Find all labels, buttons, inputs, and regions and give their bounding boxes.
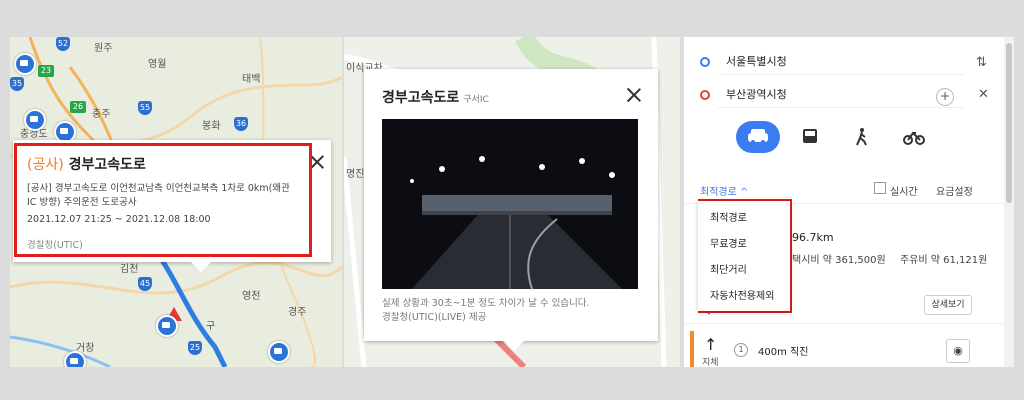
route-option-toggle[interactable]: 최적경로 ^ (700, 183, 748, 198)
map-label: 경주 (288, 305, 306, 318)
highway-shield-icon: 35 (10, 77, 24, 91)
origin-dot-icon (700, 57, 710, 67)
swap-icon[interactable]: ⇅ (976, 55, 987, 70)
map-label: 충주 (92, 108, 110, 120)
walk-icon (856, 128, 867, 146)
cctv-title: 경부고속도로 구서IC (382, 87, 489, 107)
highway-shield-icon: 55 (138, 101, 152, 115)
highway-badge-icon: 23 (38, 65, 54, 77)
car-icon (748, 129, 768, 144)
map-label: 명진 (346, 168, 364, 180)
dropdown-option[interactable]: 최단거리 (710, 261, 747, 276)
dropdown-option[interactable]: 최적경로 (710, 209, 747, 224)
details-button[interactable]: 상세보기 (924, 295, 972, 315)
bike-mode-button[interactable] (892, 121, 936, 153)
origin-field[interactable]: 서울특별시청 (718, 49, 964, 75)
cctv-video[interactable] (382, 119, 638, 289)
cctv-note-line1: 실제 상황과 30초~1분 정도 차이가 날 수 있습니다. (382, 298, 590, 309)
route-option-dropdown[interactable]: 최적경로 무료경로 최단거리 자동차전용제외 (698, 201, 790, 311)
map-label: 영천 (242, 290, 260, 302)
bus-icon (803, 129, 817, 143)
add-waypoint-icon[interactable]: + (936, 88, 954, 106)
fare-settings-link[interactable]: 요금설정 (936, 183, 973, 198)
cctv-icon[interactable] (14, 53, 36, 75)
directions-panel: 서울특별시청 부산광역시청 ⇅ + ✕ 최적경로 ^ 실시간 요금설정 96.7… (684, 37, 1014, 367)
bus-mode-button[interactable] (788, 121, 832, 153)
map-label: 태백 (242, 73, 260, 85)
traffic-map-panel[interactable]: 원주 영월 태백 충주 봉화 충청도 영천 경주 거창 김천 구 52 23 3… (10, 37, 342, 367)
fuel-cost: 주유비 약 61,121원 (900, 255, 988, 266)
congestion-bar (690, 331, 694, 367)
car-mode-button[interactable] (736, 121, 780, 153)
bike-icon (903, 131, 925, 145)
highway-shield-icon: 25 (188, 341, 202, 355)
cctv-note: 실제 상황과 30초~1분 정도 차이가 날 수 있습니다. 경찰청(UTIC)… (382, 297, 590, 325)
cctv-icon[interactable] (64, 351, 86, 367)
cctv-road: 경부고속도로 (382, 90, 460, 106)
taxi-fare: 택시비 약 361,500원 (792, 255, 886, 266)
map-label: 구 (206, 321, 215, 332)
highway-shield-icon: 45 (138, 277, 152, 291)
highway-shield-icon: 36 (234, 117, 248, 131)
step-index: 1 (734, 343, 748, 357)
step-location-icon[interactable]: ◉ (946, 339, 970, 363)
step-label: 지체 (702, 358, 719, 367)
cctv-popup: 경부고속도로 구서IC 실제 상황과 30초~1분 정도 차이가 날 수 있습니다… (364, 69, 658, 351)
scrollbar-thumb[interactable] (1006, 43, 1012, 203)
cctv-ic: 구서IC (463, 95, 489, 105)
highway-badge-icon: 26 (70, 101, 86, 113)
cctv-map-panel[interactable]: 이식교차 명진 경부고속도로구서IC 실제 상황과 30초~1분 정도 차이가 … (344, 37, 680, 367)
realtime-label: 실시간 (890, 187, 918, 198)
straight-arrow-icon: ↑ (704, 335, 718, 354)
dropdown-option[interactable]: 자동차전용제외 (710, 287, 774, 302)
scrollbar[interactable] (1004, 37, 1014, 367)
highway-shield-icon: 52 (56, 37, 70, 51)
destination-dot-icon (700, 90, 710, 100)
step-text: 400m 직진 (758, 347, 809, 358)
cctv-icon[interactable] (268, 341, 290, 363)
map-label: 김천 (120, 263, 138, 275)
realtime-checkbox[interactable] (874, 182, 886, 194)
walk-mode-button[interactable] (840, 121, 884, 153)
map-label: 원주 (94, 42, 112, 54)
map-label: 영월 (148, 58, 166, 70)
route-distance: 96.7km (792, 231, 834, 244)
clear-icon[interactable]: ✕ (978, 87, 989, 102)
destination-field[interactable]: 부산광역시청 (718, 82, 964, 108)
map-label: 봉화 (202, 120, 220, 132)
highlight-box (14, 143, 312, 257)
cctv-note-line2: 경찰청(UTIC)(LIVE) 제공 (382, 312, 487, 323)
close-icon[interactable] (626, 87, 642, 103)
cctv-icon[interactable] (156, 315, 178, 337)
cctv-icon[interactable] (24, 109, 46, 131)
dropdown-option[interactable]: 무료경로 (710, 235, 747, 250)
